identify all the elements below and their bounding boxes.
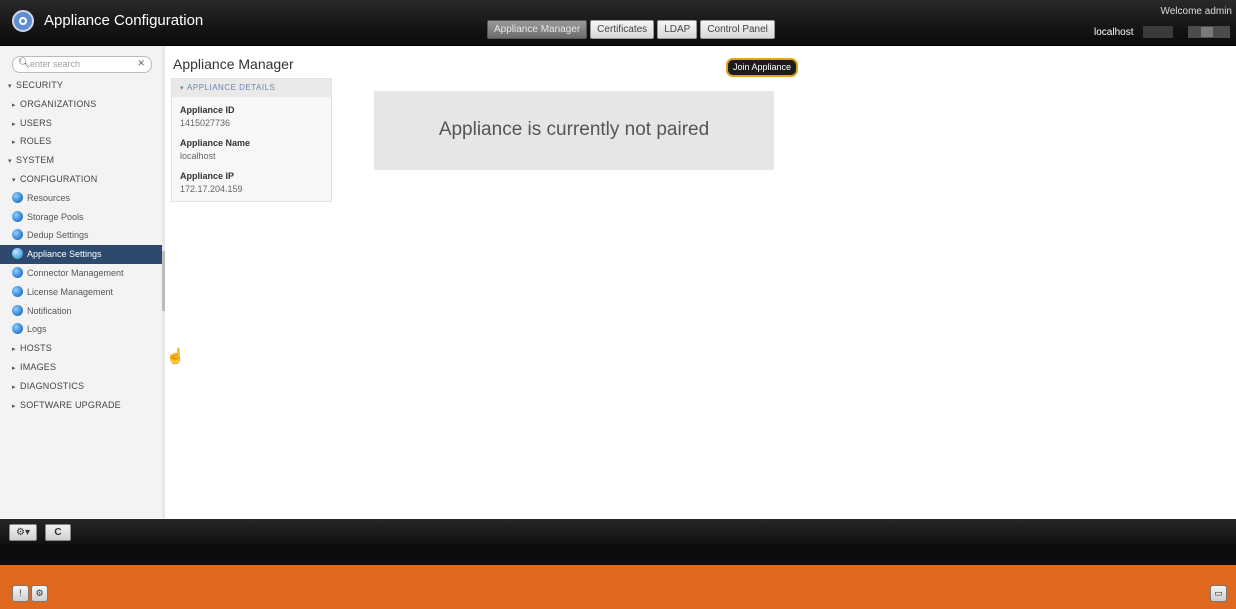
tree-item-logs[interactable]: Logs xyxy=(0,320,162,339)
tree-item-resources[interactable]: Resources xyxy=(0,189,162,208)
globe-icon xyxy=(12,248,23,260)
hand-cursor-icon: ☝ xyxy=(166,348,185,365)
appliance-id-value: 1415027736 xyxy=(180,118,231,128)
globe-icon xyxy=(12,266,23,278)
tree-item-organizations[interactable]: ▸ ORGANIZATIONS xyxy=(0,95,162,114)
tree-item-label: Dedup Settings xyxy=(27,230,89,241)
page-title: Appliance Manager xyxy=(173,56,294,72)
appliance-ip-label: Appliance IP xyxy=(180,171,235,181)
globe-icon xyxy=(12,229,23,241)
tree-item-label: Storage Pools xyxy=(27,211,84,222)
tree-item-diagnostics[interactable]: ▸ DIAGNOSTICS xyxy=(0,377,162,396)
tree-item-license-management[interactable]: License Management xyxy=(0,283,162,302)
tree-item-dedup-settings[interactable]: Dedup Settings xyxy=(0,226,162,245)
gear-icon: ⚙▾ xyxy=(16,527,30,538)
scrollbar-thumb[interactable] xyxy=(162,251,165,311)
tree-item-label: License Management xyxy=(27,286,114,297)
search-icon[interactable]: 🔍︎ xyxy=(18,58,31,69)
alert-button[interactable]: ! xyxy=(12,585,29,602)
tree-item-configuration[interactable]: ▾ CONFIGURATION xyxy=(0,170,162,189)
search-box: 🔍︎ ✕ xyxy=(12,56,152,73)
welcome-text: Welcome admin xyxy=(1160,6,1232,17)
chevron-down-icon: ▾ xyxy=(180,85,185,92)
redacted-field xyxy=(1188,26,1230,38)
console-icon: ▭ xyxy=(1214,588,1223,598)
status-band xyxy=(0,544,1236,565)
tree-item-users[interactable]: ▸ USERS xyxy=(0,114,162,133)
globe-icon xyxy=(12,323,23,335)
appliance-name-label: Appliance Name xyxy=(180,138,251,148)
redacted-field xyxy=(1143,26,1173,38)
tab-control-panel[interactable]: Control Panel xyxy=(700,20,775,39)
tree-item-label: Connector Management xyxy=(27,267,124,278)
tree-item-label: DIAGNOSTICS xyxy=(20,380,85,391)
alert-icon: ! xyxy=(19,588,22,598)
search-input[interactable] xyxy=(30,58,130,70)
globe-icon xyxy=(12,210,23,222)
settings-icon: ⚙ xyxy=(35,588,44,598)
appliance-details-panel: ▾ APPLIANCE DETAILS Appliance ID 14150277… xyxy=(171,78,332,202)
tab-certificates[interactable]: Certificates xyxy=(590,20,655,39)
tree-item-label: ORGANIZATIONS xyxy=(20,98,97,109)
top-bar: Appliance Configuration Appliance Manage… xyxy=(0,0,1236,46)
navigation-tree: ▾ SECURITY ▸ ORGANIZATIONS ▸ USERS ▸ ROLES ▾… xyxy=(0,76,162,414)
tree-item-label: Appliance Settings xyxy=(27,249,102,260)
refresh-icon: C xyxy=(54,527,62,538)
details-header[interactable]: ▾ APPLIANCE DETAILS xyxy=(172,79,331,97)
app-title: Appliance Configuration xyxy=(44,12,204,29)
sidebar: 🔍︎ ✕ ▾SECURITY ▸ORGANIZATIONS ▸USERS ▸RO… xyxy=(0,46,163,518)
clear-icon[interactable]: ✕ xyxy=(137,58,145,69)
pairing-status-box: Appliance is currently not paired xyxy=(374,91,774,170)
join-appliance-button[interactable]: Join Appliance xyxy=(726,58,799,77)
appliance-ip-value: 172.17.204.159 xyxy=(180,184,243,194)
tree-item-storage-pools[interactable]: Storage Pools xyxy=(0,208,162,227)
pairing-status-text: Appliance is currently not paired xyxy=(438,119,710,140)
chevron-right-icon: ▸ xyxy=(12,402,16,410)
tree-item-security[interactable]: ▾ SECURITY xyxy=(0,76,162,95)
sidebar-scrollbar[interactable] xyxy=(162,46,165,518)
tree-item-label: SOFTWARE UPGRADE xyxy=(20,399,121,410)
tree-item-system[interactable]: ▾ SYSTEM xyxy=(0,151,162,170)
appliance-id-label: Appliance ID xyxy=(180,105,235,115)
tab-appliance-manager[interactable]: Appliance Manager xyxy=(487,20,588,39)
bottom-toolbar: ⚙▾ C xyxy=(0,519,1236,544)
details-header-label: APPLIANCE DETAILS xyxy=(187,83,276,92)
tab-ldap[interactable]: LDAP xyxy=(657,20,698,39)
tree-item-software-upgrade[interactable]: ▸ SOFTWARE UPGRADE xyxy=(0,396,162,415)
refresh-button[interactable]: C xyxy=(45,524,71,541)
tree-item-roles[interactable]: ▸ ROLES xyxy=(0,132,162,151)
app-logo-icon xyxy=(12,10,34,32)
tree-item-label: ROLES xyxy=(20,136,52,147)
tree-item-label: USERS xyxy=(20,117,53,128)
tree-item-label: HOSTS xyxy=(20,343,53,354)
tree-item-label: SECURITY xyxy=(16,80,64,90)
globe-icon xyxy=(12,191,23,203)
tree-item-connector-management[interactable]: Connector Management xyxy=(0,264,162,283)
tree-item-label: SYSTEM xyxy=(16,155,55,166)
tree-item-notification[interactable]: Notification xyxy=(0,302,162,321)
tree-item-hosts[interactable]: ▸ HOSTS xyxy=(0,339,162,358)
tree-item-label: Logs xyxy=(27,324,47,335)
gear-menu-button[interactable]: ⚙▾ xyxy=(9,524,37,541)
appliance-name-value: localhost xyxy=(180,151,216,161)
tree-item-label: Resources xyxy=(27,192,71,203)
tree-item-appliance-settings[interactable]: Appliance Settings xyxy=(0,245,162,264)
tree-item-label: CONFIGURATION xyxy=(20,173,98,184)
header-tabs: Appliance Manager Certificates LDAP Cont… xyxy=(487,20,775,39)
settings-button[interactable]: ⚙ xyxy=(31,585,48,602)
footer-bar: ! ⚙ ▭ xyxy=(0,565,1236,609)
globe-icon xyxy=(12,304,23,316)
globe-icon xyxy=(12,285,23,297)
console-button[interactable]: ▭ xyxy=(1210,585,1227,602)
tree-item-images[interactable]: ▸ IMAGES xyxy=(0,358,162,377)
tree-item-label: Notification xyxy=(27,305,72,316)
host-label: localhost xyxy=(1094,27,1134,38)
tree-item-label: IMAGES xyxy=(20,361,57,372)
